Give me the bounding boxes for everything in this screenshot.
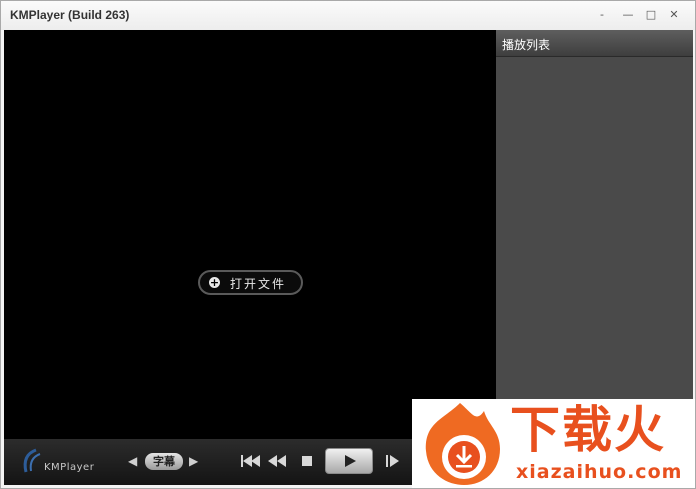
open-file-button[interactable]: + 打开文件 — [198, 270, 303, 295]
video-area[interactable]: + 打开文件 — [4, 30, 496, 439]
minimize-mini-button[interactable]: - — [593, 7, 611, 23]
play-button[interactable] — [325, 448, 373, 474]
playlist-header: 播放列表 — [496, 30, 693, 57]
plus-circle-icon: + — [209, 276, 220, 289]
kmplayer-logo-icon — [23, 448, 41, 473]
watermark-overlay: 下载火 xiazaihuo.com — [412, 399, 695, 488]
watermark-title: 下载火 — [510, 401, 666, 459]
next-frame-icon[interactable] — [386, 455, 400, 467]
subtitle-next-icon[interactable]: ▶ — [189, 454, 198, 468]
close-button[interactable]: ✕ — [665, 7, 683, 23]
window-title: KMPlayer (Build 263) — [10, 8, 130, 22]
subtitle-button[interactable]: 字幕 — [145, 453, 183, 470]
kmplayer-logo-label: KMPlayer — [44, 462, 95, 473]
play-icon — [345, 455, 356, 467]
maximize-button[interactable]: □ — [642, 7, 660, 23]
playlist-panel[interactable]: 播放列表 — [496, 30, 693, 439]
stop-icon[interactable] — [302, 456, 312, 466]
watermark-url: xiazaihuo.com — [516, 461, 683, 483]
subtitle-prev-icon[interactable]: ◀ — [128, 454, 137, 468]
title-bar[interactable]: KMPlayer (Build 263) - — □ ✕ — [1, 1, 695, 30]
prev-track-icon[interactable] — [241, 455, 261, 467]
playlist-title: 播放列表 — [502, 38, 551, 52]
minimize-button[interactable]: — — [619, 7, 637, 23]
rewind-icon[interactable] — [268, 455, 288, 467]
kmplayer-window: KMPlayer (Build 263) - — □ ✕ + 打开文件 播放列表… — [0, 0, 696, 489]
flame-logo-icon — [425, 403, 500, 485]
open-file-label: 打开文件 — [230, 277, 287, 291]
